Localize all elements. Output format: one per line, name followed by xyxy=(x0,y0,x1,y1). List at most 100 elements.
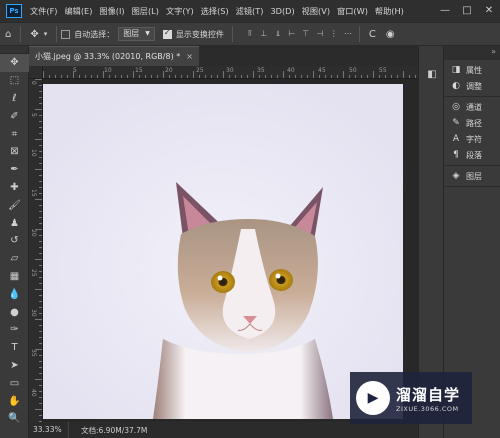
pen-tool-icon[interactable]: ✑ xyxy=(0,321,29,339)
ruler-label: 20 xyxy=(165,67,173,74)
ruler-tick xyxy=(39,145,42,146)
status-bar: 33.33% 文档:6.90M/37.7M xyxy=(29,422,418,438)
minimize-button[interactable]: — xyxy=(434,0,456,22)
crop-tool-icon[interactable]: ⌗ xyxy=(0,125,29,143)
ruler-tick xyxy=(85,75,86,78)
brush-tool-icon[interactable]: 🖌 xyxy=(0,196,29,214)
ruler-tick xyxy=(35,289,42,290)
panel-layers[interactable]: ◈ 图层 xyxy=(444,168,500,184)
ruler-origin[interactable] xyxy=(29,66,43,79)
history-brush-tool-icon[interactable]: ↺ xyxy=(0,232,29,250)
menu-type[interactable]: 文字(Y) xyxy=(166,5,194,17)
clone-stamp-tool-icon[interactable]: ♟ xyxy=(0,214,29,232)
ruler-label: 30 xyxy=(30,309,37,317)
close-button[interactable]: ✕ xyxy=(478,0,500,22)
menu-view[interactable]: 视图(V) xyxy=(302,5,330,17)
ruler-tick xyxy=(39,307,42,308)
ruler-tick xyxy=(373,71,374,78)
panel-paths[interactable]: ✎ 路径 xyxy=(444,115,500,131)
document-tab[interactable]: 小猫.jpeg @ 33.3% (02010, RGB/8) * × xyxy=(29,46,199,66)
hand-tool-icon[interactable]: ✋ xyxy=(0,392,29,410)
ruler-tick xyxy=(205,75,206,78)
menu-edit[interactable]: 编辑(E) xyxy=(64,5,92,17)
ruler-tick xyxy=(39,163,42,164)
blur-tool-icon[interactable]: 💧 xyxy=(0,285,29,303)
history-panel-icon[interactable]: ◧ xyxy=(419,64,445,84)
move-tool-icon[interactable]: ✥ xyxy=(30,29,38,40)
maximize-button[interactable]: □ xyxy=(456,0,478,22)
orbit-icon[interactable]: ◉ xyxy=(386,29,395,40)
zoom-level-field[interactable]: 33.33% xyxy=(29,422,69,438)
align-bottom-icon[interactable]: ⫫ xyxy=(271,29,285,39)
document-info[interactable]: 文档:6.90M/37.7M xyxy=(81,425,147,436)
ruler-tick xyxy=(337,75,338,78)
align-vcenter-icon[interactable]: ⊥ xyxy=(257,29,271,39)
panel-character[interactable]: A 字符 xyxy=(444,131,500,147)
path-selection-tool-icon[interactable]: ➤ xyxy=(0,357,29,375)
dock-header[interactable]: » xyxy=(444,46,500,60)
auto-select-checkbox[interactable] xyxy=(61,29,71,39)
ruler-tick xyxy=(115,75,116,78)
more-options-icon[interactable]: ⋯ xyxy=(341,29,355,39)
panel-label: 通道 xyxy=(466,102,482,112)
home-icon[interactable]: ⌂ xyxy=(5,29,11,40)
menu-window[interactable]: 窗口(W) xyxy=(337,5,368,17)
menu-image[interactable]: 图像(I) xyxy=(99,5,124,17)
healing-brush-tool-icon[interactable]: ✚ xyxy=(0,179,29,197)
auto-select-target-dropdown[interactable]: 图层 ▼ xyxy=(118,27,155,41)
chevron-down-icon[interactable]: ▾ xyxy=(44,30,48,38)
gradient-tool-icon[interactable]: ▦ xyxy=(0,268,29,286)
show-transform-checkbox[interactable] xyxy=(162,28,172,39)
frame-tool-icon[interactable]: ⊠ xyxy=(0,143,29,161)
ruler-label: 0 xyxy=(30,81,37,85)
menu-3d[interactable]: 3D(D) xyxy=(270,6,294,16)
panel-adjustments[interactable]: ◐ 调整 xyxy=(444,78,500,94)
align-hcenter-icon[interactable]: ⊤ xyxy=(299,29,313,39)
align-top-icon[interactable]: ⫪ xyxy=(243,29,257,39)
align-right-icon[interactable]: ⊣ xyxy=(313,29,327,39)
menu-select[interactable]: 选择(S) xyxy=(201,5,229,17)
ruler-tick xyxy=(349,75,350,78)
menu-filter[interactable]: 滤镜(T) xyxy=(236,5,264,17)
panel-label: 属性 xyxy=(466,65,482,75)
toolbar-grip[interactable] xyxy=(0,46,28,54)
document-canvas[interactable] xyxy=(43,79,418,422)
panel-properties[interactable]: ◨ 属性 xyxy=(444,62,500,78)
ruler-tick xyxy=(73,71,74,78)
zoom-tool-icon[interactable]: 🔍 xyxy=(0,410,29,428)
horizontal-ruler[interactable]: 5 10 15 20 25 30 35 40 45 50 55 xyxy=(43,66,418,79)
move-tool-icon[interactable]: ✥ xyxy=(0,54,29,72)
paths-icon: ✎ xyxy=(452,118,460,128)
ruler-tick xyxy=(271,75,272,78)
panel-label: 调整 xyxy=(466,81,482,91)
ruler-tick xyxy=(211,75,212,78)
type-tool-icon[interactable]: T xyxy=(0,339,29,357)
quick-select-tool-icon[interactable]: ✐ xyxy=(0,107,29,125)
align-left-icon[interactable]: ⊢ xyxy=(285,29,299,39)
menu-layer[interactable]: 图层(L) xyxy=(132,5,159,17)
distribute-icon[interactable]: ⋮ xyxy=(327,29,341,39)
eraser-tool-icon[interactable]: ▱ xyxy=(0,250,29,268)
menu-file[interactable]: 文件(F) xyxy=(30,5,57,17)
eyedropper-tool-icon[interactable]: ✒ xyxy=(0,161,29,179)
panel-channels[interactable]: ◎ 通道 xyxy=(444,99,500,115)
ruler-tick xyxy=(385,75,386,78)
marquee-tool-icon[interactable]: ⬚ xyxy=(0,72,29,90)
ruler-label: 5 xyxy=(30,113,37,117)
ruler-label: 25 xyxy=(30,269,37,277)
ruler-tick xyxy=(39,157,42,158)
menu-help[interactable]: 帮助(H) xyxy=(375,5,404,17)
collapse-icon[interactable]: » xyxy=(491,47,496,56)
panel-paragraph[interactable]: ¶ 段落 xyxy=(444,147,500,163)
rectangle-tool-icon[interactable]: ▭ xyxy=(0,374,29,392)
ruler-tick xyxy=(39,265,42,266)
3d-mode-icon[interactable]: C xyxy=(369,29,376,40)
lasso-tool-icon[interactable]: ℓ xyxy=(0,90,29,108)
vertical-ruler[interactable]: 0 5 10 15 20 25 30 35 40 xyxy=(29,79,43,422)
play-logo-icon: ▶ xyxy=(356,381,390,415)
ruler-label: 55 xyxy=(379,67,387,74)
ruler-tick xyxy=(277,75,278,78)
cat-photo xyxy=(43,84,403,419)
close-tab-icon[interactable]: × xyxy=(186,52,193,61)
dodge-tool-icon[interactable]: ● xyxy=(0,303,29,321)
